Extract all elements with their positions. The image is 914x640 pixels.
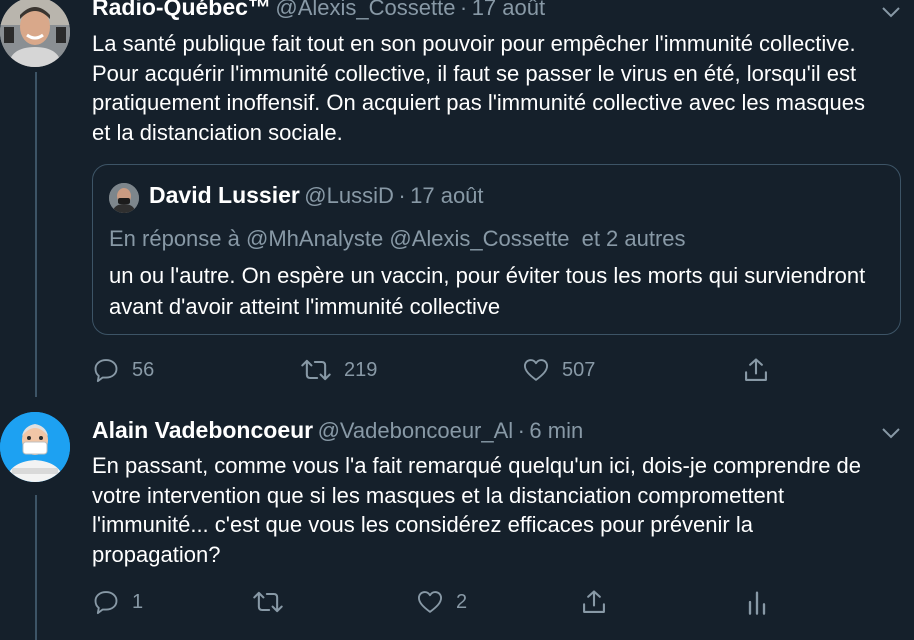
chevron-down-icon[interactable] bbox=[879, 421, 903, 445]
handle[interactable]: @Vadeboncoeur_Al bbox=[318, 418, 514, 443]
avatar[interactable] bbox=[109, 183, 139, 213]
timestamp[interactable]: 6 min bbox=[529, 418, 583, 443]
reply-icon bbox=[94, 359, 118, 383]
reply-mentions[interactable]: @MhAnalyste @Alexis_Cossette bbox=[246, 226, 569, 251]
reply-count: 56 bbox=[132, 358, 155, 381]
separator: · bbox=[398, 183, 406, 208]
timeline: Radio-Québec™ @Alexis_Cossette · 17 août… bbox=[0, 0, 914, 640]
tweet-text: En passant, comme vous l'a fait remarqué… bbox=[92, 453, 862, 567]
tweet-header: Alain Vadeboncoeur @Vadeboncoeur_Al · 6 … bbox=[92, 417, 583, 444]
retweet-button[interactable]: 219 bbox=[300, 356, 377, 384]
like-button[interactable]: 2 bbox=[416, 588, 467, 616]
share-button[interactable] bbox=[580, 588, 608, 616]
separator: · bbox=[517, 418, 525, 443]
quote-header: David Lussier @LussiD · 17 août bbox=[149, 182, 484, 209]
display-name[interactable]: David Lussier bbox=[149, 182, 300, 208]
retweet-button[interactable] bbox=[252, 588, 296, 616]
timestamp[interactable]: 17 août bbox=[410, 183, 483, 208]
retweet-icon bbox=[301, 359, 331, 381]
heart-icon bbox=[417, 591, 443, 613]
separator: · bbox=[459, 0, 468, 20]
reply-count: 1 bbox=[132, 590, 144, 613]
reply-button[interactable]: 56 bbox=[92, 356, 154, 384]
display-name[interactable]: Alain Vadeboncoeur bbox=[92, 417, 313, 443]
handle[interactable]: @LussiD bbox=[304, 183, 394, 208]
reply-prefix: En réponse à bbox=[109, 226, 240, 251]
handle[interactable]: @Alexis_Cossette bbox=[275, 0, 455, 20]
avatar-illustration-icon bbox=[0, 412, 70, 482]
retweet-icon bbox=[253, 591, 283, 613]
share-icon bbox=[583, 590, 605, 613]
chevron-down-icon[interactable] bbox=[879, 0, 903, 24]
analytics-button[interactable] bbox=[745, 588, 769, 616]
timestamp[interactable]: 17 août bbox=[472, 0, 545, 20]
reply-suffix[interactable]: et 2 autres bbox=[582, 226, 686, 251]
quote-text: un ou l'autre. On espère un vaccin, pour… bbox=[109, 263, 866, 319]
heart-icon bbox=[523, 359, 549, 381]
like-count: 507 bbox=[562, 358, 596, 381]
share-button[interactable] bbox=[742, 356, 770, 384]
tweet-text: La santé publique fait tout en son pouvo… bbox=[92, 31, 865, 145]
analytics-icon bbox=[748, 591, 766, 615]
avatar-photo-icon bbox=[0, 0, 70, 67]
reply-button[interactable]: 1 bbox=[92, 588, 143, 616]
display-name[interactable]: Radio-Québec™ bbox=[92, 0, 271, 20]
tweet-header: Radio-Québec™ @Alexis_Cossette · 17 août bbox=[92, 0, 545, 21]
share-icon bbox=[745, 358, 767, 381]
thread-line bbox=[35, 495, 37, 640]
reply-icon bbox=[94, 591, 118, 615]
like-count: 2 bbox=[456, 590, 468, 613]
thread-line bbox=[35, 72, 37, 397]
retweet-count: 219 bbox=[344, 358, 378, 381]
avatar[interactable] bbox=[0, 412, 70, 482]
like-button[interactable]: 507 bbox=[522, 356, 595, 384]
avatar-photo-icon bbox=[109, 183, 139, 213]
avatar[interactable] bbox=[0, 0, 70, 67]
quoted-tweet[interactable]: David Lussier @LussiD · 17 août En répon… bbox=[92, 164, 901, 335]
reply-context: En réponse à @MhAnalyste @Alexis_Cossett… bbox=[109, 226, 686, 252]
